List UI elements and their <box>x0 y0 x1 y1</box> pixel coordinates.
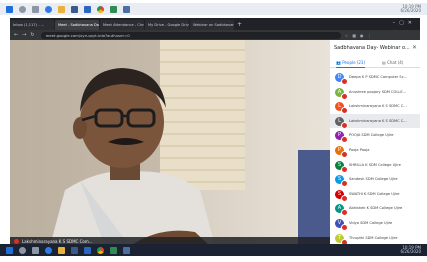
task-view-icon[interactable] <box>32 5 39 13</box>
participant-row[interactable]: S SHRILLA K SDM College Ujire <box>330 158 420 173</box>
participant-name: SWATHI K SDM College Ujire <box>349 191 400 196</box>
windows-start-icon[interactable] <box>6 5 13 13</box>
edge-icon[interactable] <box>45 5 52 13</box>
tab-meet[interactable]: Meet - Sadbhavana Day <box>55 20 99 30</box>
tab-people-label: People (23) <box>342 60 366 65</box>
address-bar-row: ← → ↻ meet.google.com/xyn-qxyt-kdo?authu… <box>10 30 420 40</box>
search-icon[interactable] <box>19 5 26 13</box>
menu-icon[interactable]: ⋮ <box>367 33 371 38</box>
url-field[interactable]: meet.google.com/xyn-qxyt-kdo?authuser=0 <box>40 31 341 39</box>
meeting-title: Sadbhavana Day- Webinar o... <box>334 45 410 51</box>
participant-row[interactable]: L Lakshminarayana K S SDMC C... <box>330 99 420 115</box>
tab-meet-attendance[interactable]: Meet Attendance - Chrome... <box>100 20 144 30</box>
profile-icon[interactable]: ● <box>360 33 364 38</box>
reload-icon[interactable]: ↻ <box>30 32 34 38</box>
participant-name: Anushree poojary SDM COLLE... <box>349 89 407 94</box>
participant-row[interactable]: P POOJA SDM College Ujire <box>330 128 420 144</box>
tab-chat-label: Chat (4) <box>387 60 404 65</box>
clock-date: 6/26/2020 <box>400 249 421 254</box>
store-icon[interactable] <box>71 5 78 13</box>
app-icon[interactable] <box>110 5 117 13</box>
participant-name: Deepa K P SDMC Computer Sc... <box>349 75 408 79</box>
tray-clock[interactable]: 10:19 PM 6/26/2020 <box>400 246 421 254</box>
windows-start-icon[interactable] <box>6 246 13 254</box>
participant-name: Lakshminarayana K S SDMC C... <box>349 118 407 123</box>
mail-icon[interactable] <box>84 246 91 254</box>
tab-chat[interactable]: ▤ Chat (4) <box>382 58 403 67</box>
forward-icon[interactable]: → <box>22 32 26 38</box>
tray-clock[interactable]: 10:19 PM 6/26/2020 <box>400 5 421 13</box>
participant-row[interactable]: V Vidya SDM College Ujire <box>330 216 420 231</box>
file-explorer-icon[interactable] <box>58 246 65 254</box>
chrome-icon[interactable] <box>97 246 104 254</box>
participant-row[interactable]: A Abhishek K SDM College Ujire <box>330 201 420 217</box>
participant-name: Sandesh SDM College Ujire <box>349 177 398 182</box>
task-view-icon[interactable] <box>32 246 39 254</box>
close-icon[interactable]: ✕ <box>412 44 417 51</box>
participant-name: POOJA SDM College Ujire <box>349 133 394 138</box>
tab-webinar[interactable]: Webinar on Sadbhavana Day <box>190 20 234 30</box>
tab-inbox[interactable]: Inbox (1,117) - ... <box>10 20 54 30</box>
participant-name: SHRILLA K SDM College Ujire <box>349 162 401 167</box>
file-explorer-icon[interactable] <box>58 5 65 13</box>
participant-row[interactable]: L Lakshminarayana K S SDMC C... <box>330 113 420 129</box>
star-icon[interactable]: ☆ <box>345 33 349 38</box>
new-tab-icon[interactable]: + <box>237 20 242 30</box>
extension-icon[interactable]: ■ <box>352 33 356 38</box>
participant-name: Abhishek K SDM College Ujire <box>349 206 403 211</box>
participant-name: Lakshminarayana K S SDMC C... <box>349 104 407 109</box>
participant-row[interactable]: S Sandesh SDM College Ujire <box>330 172 420 188</box>
clock-date: 6/26/2020 <box>400 8 421 13</box>
window-controls[interactable]: –▢✕ <box>393 20 416 26</box>
panel-tabs: 👥 People (23) ▤ Chat (4) <box>330 58 420 68</box>
participant-row[interactable]: D Deepa K P SDMC Computer Sc... <box>330 70 420 85</box>
photos-icon[interactable] <box>123 246 130 254</box>
main-video: Lakshminarayana K S SDMC Com... <box>10 40 330 246</box>
participant-name: Pooja Pooja <box>349 147 370 152</box>
bottom-taskbar: 10:19 PM 6/26/2020 <box>0 244 427 256</box>
browser-window: Inbox (1,117) - ... Meet - Sadbhavana Da… <box>10 18 420 246</box>
people-panel: Sadbhavana Day- Webinar o... ✕ 👥 People … <box>330 40 420 246</box>
tab-google-drive[interactable]: My Drive - Google Drive <box>145 20 189 30</box>
mail-icon[interactable] <box>84 5 91 13</box>
edge-icon[interactable] <box>45 246 52 254</box>
participant-row[interactable]: A Anushree poojary SDM COLLE... <box>330 85 420 100</box>
store-icon[interactable] <box>71 246 78 254</box>
search-icon[interactable] <box>19 246 26 254</box>
tab-people[interactable]: 👥 People (23) <box>336 58 366 68</box>
tab-strip: Inbox (1,117) - ... Meet - Sadbhavana Da… <box>10 18 420 30</box>
photos-icon[interactable] <box>123 5 130 13</box>
chrome-icon[interactable] <box>97 5 104 13</box>
back-icon[interactable]: ← <box>14 32 18 38</box>
participant-list: D Deepa K P SDMC Computer Sc... A Anushree … <box>330 70 420 246</box>
speaker-video-image <box>10 40 330 246</box>
app-icon[interactable] <box>110 246 117 254</box>
participant-row[interactable]: P Pooja Pooja <box>330 143 420 158</box>
participant-row[interactable]: T Thrupthi SDM College Ujire <box>330 231 420 246</box>
participant-name: Thrupthi SDM College Ujire <box>349 235 398 240</box>
top-taskbar: 10:19 PM 6/26/2020 <box>0 3 427 15</box>
participant-row[interactable]: S SWATHI K SDM College Ujire <box>330 187 420 202</box>
participant-name: Vidya SDM College Ujire <box>349 220 393 225</box>
